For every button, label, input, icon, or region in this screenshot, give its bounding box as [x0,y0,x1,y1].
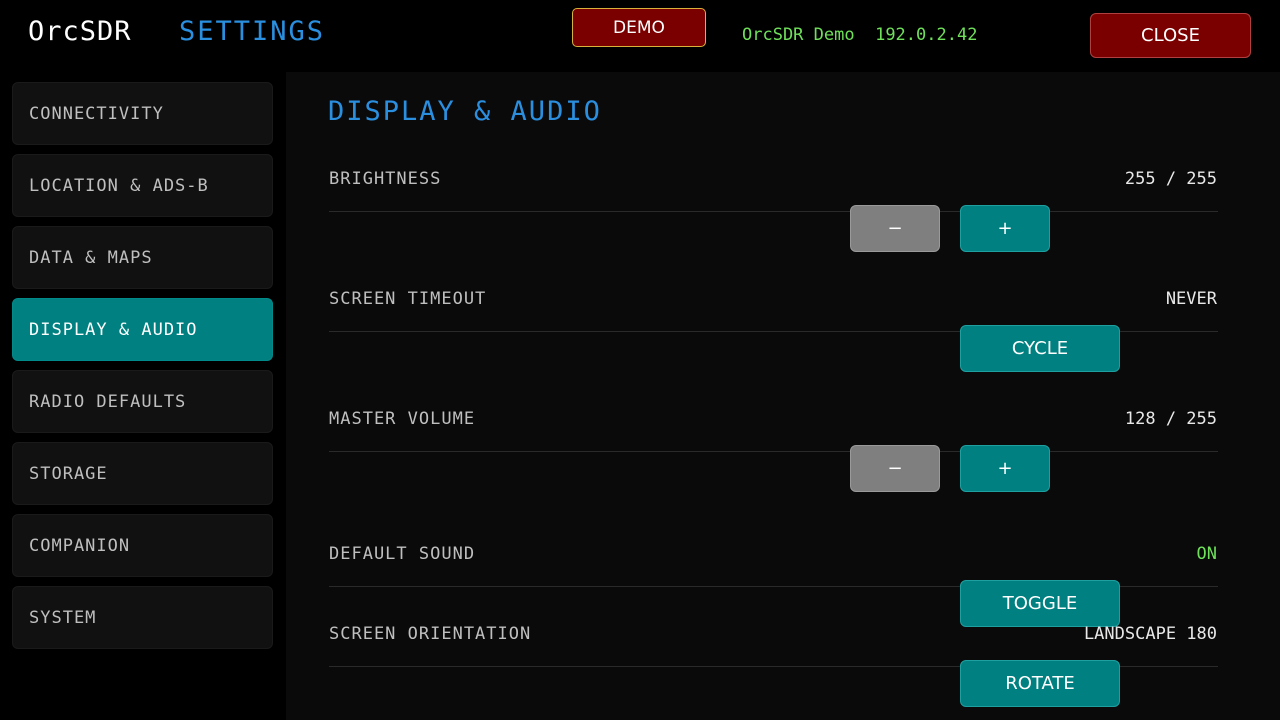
section-title: DISPLAY & AUDIO [328,96,602,127]
sidebar-item-storage[interactable]: STORAGE [12,442,273,505]
screen-orientation-rotate-button[interactable]: ROTATE [960,660,1120,707]
sidebar-item-radio-defaults[interactable]: RADIO DEFAULTS [12,370,273,433]
master-volume-value: 128 / 255 [1124,409,1217,429]
app-name: OrcSDR [28,16,132,47]
screen-orientation-label: SCREEN ORIENTATION [329,624,532,644]
sidebar-item-display-audio[interactable]: DISPLAY & AUDIO [12,298,273,361]
divider [329,211,1218,212]
brightness-value: 255 / 255 [1124,169,1217,189]
sidebar-item-data-maps[interactable]: DATA & MAPS [12,226,273,289]
default-sound-value: ON [1196,544,1217,564]
brightness-increase-button[interactable]: + [960,205,1050,252]
sidebar-item-connectivity[interactable]: CONNECTIVITY [12,82,273,145]
brightness-label: BRIGHTNESS [329,169,442,189]
brightness-decrease-button[interactable]: − [850,205,940,252]
settings-panel: DISPLAY & AUDIO BRIGHTNESS 255 / 255 − +… [286,72,1280,720]
sidebar-item-system[interactable]: SYSTEM [12,586,273,649]
screen-timeout-cycle-button[interactable]: CYCLE [960,325,1120,372]
device-info: OrcSDR Demo 192.0.2.42 [742,25,977,45]
master-volume-label: MASTER VOLUME [329,409,476,429]
volume-increase-button[interactable]: + [960,445,1050,492]
screen-timeout-value: NEVER [1165,289,1217,309]
settings-sidebar: CONNECTIVITY LOCATION & ADS-B DATA & MAP… [0,72,286,720]
device-name: OrcSDR Demo [742,25,855,45]
device-ip: 192.0.2.42 [875,25,978,45]
header-bar: OrcSDR SETTINGS DEMO OrcSDR Demo 192.0.2… [0,0,1280,72]
volume-decrease-button[interactable]: − [850,445,940,492]
default-sound-label: DEFAULT SOUND [329,544,476,564]
default-sound-toggle-button[interactable]: TOGGLE [960,580,1120,627]
sidebar-item-companion[interactable]: COMPANION [12,514,273,577]
demo-button[interactable]: DEMO [572,8,706,47]
close-button[interactable]: CLOSE [1090,13,1251,58]
sidebar-item-location-adsb[interactable]: LOCATION & ADS-B [12,154,273,217]
screen-timeout-label: SCREEN TIMEOUT [329,289,487,309]
screen-orientation-value: LANDSCAPE 180 [1083,624,1217,644]
page-title: SETTINGS [179,16,326,47]
divider [329,451,1218,452]
